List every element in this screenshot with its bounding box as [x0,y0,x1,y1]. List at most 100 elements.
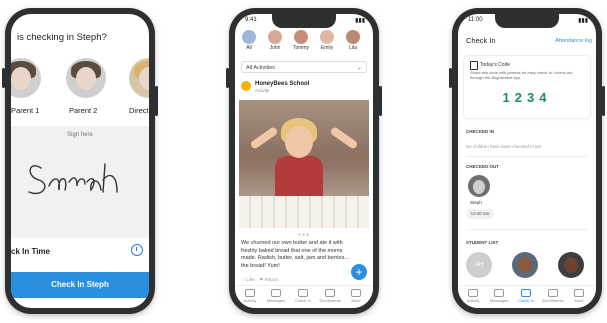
photo-detail [239,196,369,228]
avatar-steph[interactable] [468,175,490,197]
screen: is checking in Steph? Parent 1 Parent 2 … [11,14,149,308]
tab-more[interactable]: More [343,289,369,303]
avatar-face [473,180,485,194]
checkout-time: 10:40 am [467,209,493,219]
side-button [602,86,605,116]
tab-enrollments[interactable]: Enrollments [540,289,566,303]
tab-check-in[interactable]: Check In [513,289,539,303]
side-button [449,68,452,88]
notch [495,14,559,28]
signature-pad[interactable]: Sign here [11,126,149,238]
avatar-parent-2[interactable] [66,58,106,98]
messages-icon [494,289,504,297]
check-in-button[interactable]: Check In Steph [11,272,149,298]
filter-value: All Activities [246,65,276,71]
checked-in-heading: CHECKED IN [466,129,495,134]
student-list-heading: STUDENT LIST [466,240,499,245]
tab-label: Enrollments [319,298,341,303]
school-name: HoneyBees School [255,81,310,87]
tab-label: Enrollments [542,298,564,303]
tab-activity[interactable]: Activity [460,289,486,303]
post-type: Activity [255,88,270,93]
tab-messages[interactable]: Messages [263,289,289,303]
photo-detail [275,156,323,196]
post-actions[interactable]: ♡ Like ⚑ Report [241,277,278,283]
tab-label: Activity [243,298,257,303]
enrollments-icon [325,289,335,297]
child-chip-all[interactable]: All [239,30,259,51]
tab-messages[interactable]: Messages [486,289,512,303]
sign-here-label: Sign here [67,132,93,138]
tab-enrollments[interactable]: Enrollments [317,289,343,303]
student-avatar[interactable] [512,252,538,278]
check-in-icon [298,289,308,297]
divider [466,229,588,230]
side-button [2,68,5,88]
child-chip[interactable]: John [265,30,285,51]
phone-checkin-code: 11:00 ▮▮▮ Check In Attendance log Today'… [449,8,605,314]
enrollments-icon [548,289,558,297]
side-button [226,68,229,88]
check-in-icon [521,289,531,297]
clock-icon[interactable] [131,244,143,256]
screen: 11:00 ▮▮▮ Check In Attendance log Today'… [458,14,596,308]
side-button [155,86,158,116]
child-chip[interactable]: Emily [317,30,337,51]
child-avatar [320,30,334,44]
post-caption: We churned our own butter and ate it wit… [241,240,349,269]
attendance-log-link[interactable]: Attendance log [555,38,592,44]
carousel-dots: ●●● [297,232,311,238]
child-filter-row: All John Tommy Emily Lila [239,30,369,60]
student-roster: AH [466,252,592,282]
tab-label: Messages [266,298,286,303]
activity-filter-select[interactable]: All Activities ⌄ [241,61,367,73]
tab-label: More [574,298,584,303]
child-chip[interactable]: Tommy [291,30,311,51]
avatar-face [76,66,96,90]
photo-detail [285,126,313,158]
more-icon [351,289,361,297]
student-avatar[interactable] [558,252,584,278]
phone-checkin-signature: is checking in Steph? Parent 1 Parent 2 … [2,8,158,314]
student-avatar[interactable]: AH [466,252,492,278]
child-chip[interactable]: Lila [343,30,363,51]
activity-icon [468,289,478,297]
checkin-time-label: ck In Time [11,247,50,256]
tab-label: Messages [489,298,509,303]
page-title: Check In [466,36,496,45]
child-name: John [269,45,281,51]
signal-icon: ▮▮▮ [578,18,588,24]
screen: 9:41 ▮▮▮ All John Tommy Emily Lila All A… [235,14,373,308]
child-name: Emily [320,45,334,51]
person-label: Parent 2 [69,106,98,115]
checkin-code: 1234 [502,90,552,105]
tab-label: More [351,298,361,303]
status-time: 11:00 [468,17,483,23]
tab-more[interactable]: More [566,289,592,303]
tab-check-in[interactable]: Check In [290,289,316,303]
divider [466,156,588,157]
code-title: Today's Code [480,62,511,68]
tab-label: Check In [295,298,311,303]
checkin-question: is checking in Steph? [17,32,107,43]
child-name: Tommy [292,45,310,51]
photo-detail [329,126,359,150]
signal-icon: ▮▮▮ [355,18,365,24]
signature-drawing [28,163,118,195]
avatar-parent-1[interactable] [11,58,41,98]
chevron-down-icon: ⌄ [356,65,362,71]
activity-icon [245,289,255,297]
messages-icon [271,289,281,297]
checked-out-heading: CHECKED OUT [466,164,500,169]
person-label: Directo [129,106,149,115]
avatar-director[interactable] [129,58,149,98]
post-photo[interactable] [239,100,369,228]
avatar-face [564,257,578,273]
add-post-button[interactable]: + [351,264,367,280]
person-label: Parent 1 [11,106,40,115]
tab-activity[interactable]: Activity [237,289,263,303]
bottom-tab-bar: Activity Messages Check In Enrollments M… [235,285,373,308]
notch [272,14,336,28]
phone-activity-feed: 9:41 ▮▮▮ All John Tommy Emily Lila All A… [226,8,382,314]
code-description: Share this code with parents for easy ch… [470,70,573,80]
